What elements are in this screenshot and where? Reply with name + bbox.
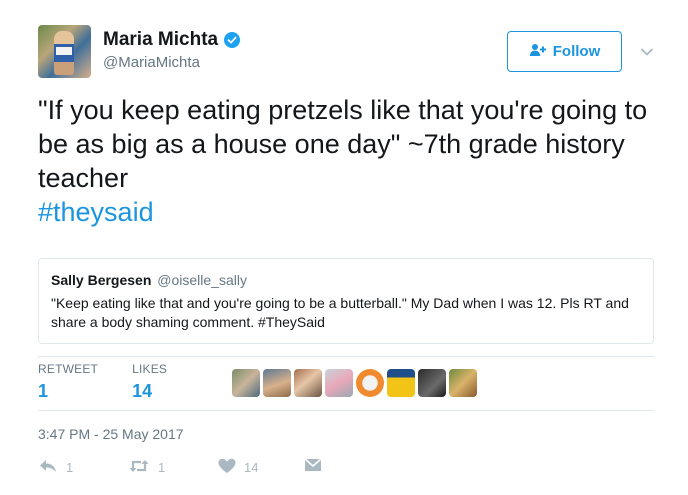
likes-stat-value: 14	[132, 381, 153, 401]
tweet-action-bar: 1 1 14	[38, 458, 358, 478]
retweet-stat-label: RETWEET	[38, 362, 99, 376]
tweet-hashtag-link[interactable]: #theysaid	[38, 195, 658, 229]
follow-person-plus-icon	[529, 43, 547, 61]
stats-top-divider	[38, 356, 654, 357]
stats-bottom-divider	[38, 410, 654, 411]
liker-avatar[interactable]	[263, 369, 291, 397]
retweet-count: 1	[158, 460, 166, 475]
quoted-tweet-text: "Keep eating like that and you're going …	[51, 295, 629, 330]
author-handle[interactable]: @MariaMichta	[103, 54, 200, 71]
tweet-text: "If you keep eating pretzels like that y…	[38, 95, 648, 193]
tweet-timestamp[interactable]: 3:47 PM - 25 May 2017	[38, 426, 184, 442]
author-name-row: Maria Michta	[103, 29, 241, 51]
avatar-bib	[56, 47, 72, 55]
retweet-button[interactable]: 1	[128, 458, 165, 477]
author-avatar[interactable]	[38, 25, 91, 78]
liker-avatar[interactable]	[356, 369, 384, 397]
quoted-tweet-header: Sally Bergesen @oiselle_sally	[51, 271, 641, 289]
tweet-body: "If you keep eating pretzels like that y…	[38, 93, 658, 229]
liker-avatar[interactable]	[232, 369, 260, 397]
liker-avatar[interactable]	[418, 369, 446, 397]
follow-button[interactable]: Follow	[507, 31, 622, 72]
reply-icon	[38, 458, 58, 477]
quoted-author-name: Sally Bergesen	[51, 272, 152, 288]
tweet-stats: RETWEET 1 LIKES 14	[38, 362, 201, 402]
liker-avatar[interactable]	[387, 369, 415, 397]
like-count: 14	[244, 460, 259, 475]
retweet-stat-value: 1	[38, 381, 49, 401]
verified-badge-icon	[224, 32, 241, 48]
more-menu-chevron-down-icon[interactable]	[640, 45, 654, 59]
like-button[interactable]: 14	[218, 458, 258, 477]
author-name[interactable]: Maria Michta	[103, 29, 218, 51]
retweet-icon	[128, 458, 150, 477]
liker-avatar[interactable]	[325, 369, 353, 397]
reply-button[interactable]: 1	[38, 458, 73, 477]
likers-avatars	[232, 369, 477, 397]
quoted-tweet-card[interactable]: Sally Bergesen @oiselle_sally "Keep eati…	[38, 258, 654, 344]
liker-avatar[interactable]	[449, 369, 477, 397]
heart-icon	[218, 458, 236, 477]
follow-button-label: Follow	[552, 43, 601, 60]
quoted-author-handle: @oiselle_sally	[157, 272, 247, 288]
liker-avatar[interactable]	[294, 369, 322, 397]
reply-count: 1	[66, 460, 74, 475]
likes-stat[interactable]: LIKES 14	[132, 362, 167, 402]
direct-message-button[interactable]	[304, 458, 322, 475]
retweet-stat[interactable]: RETWEET 1	[38, 362, 98, 402]
likes-stat-label: LIKES	[132, 362, 168, 376]
envelope-icon	[304, 458, 322, 475]
